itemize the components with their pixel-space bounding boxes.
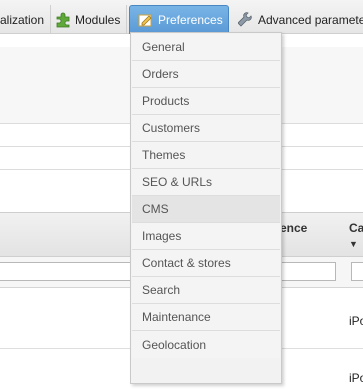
menu-item-images[interactable]: Images <box>132 223 280 250</box>
tab-advanced-parameters[interactable]: Advanced paramete <box>236 5 363 34</box>
menu-item-customers[interactable]: Customers <box>132 115 280 142</box>
column-header-reference[interactable]: ence <box>280 221 307 235</box>
tab-label: Preferences <box>158 13 223 27</box>
menu-item-cms[interactable]: CMS <box>132 196 280 223</box>
tab-modules[interactable]: Modules <box>49 5 128 34</box>
wrench-icon <box>237 11 254 28</box>
tab-label: Advanced paramete <box>258 12 363 27</box>
tab-localization[interactable]: alization <box>0 5 52 34</box>
sort-desc-icon[interactable]: ▼ <box>349 239 358 249</box>
menu-item-general[interactable]: General <box>132 34 280 61</box>
menu-item-products[interactable]: Products <box>132 88 280 115</box>
menu-item-search[interactable]: Search <box>132 277 280 304</box>
preferences-icon <box>138 12 154 28</box>
menu-item-orders[interactable]: Orders <box>132 61 280 88</box>
column-header-category[interactable]: Ca <box>349 221 363 235</box>
menu-item-geolocation[interactable]: Geolocation <box>132 331 280 358</box>
menu-item-seo-urls[interactable]: SEO & URLs <box>132 169 280 196</box>
category-cell: iPo <box>349 314 363 328</box>
puzzle-icon <box>55 12 71 28</box>
tab-preferences[interactable]: Preferences <box>129 5 229 34</box>
category-cell: iPo <box>349 371 363 385</box>
tab-label: alization <box>0 12 45 27</box>
menu-item-contact-stores[interactable]: Contact & stores <box>132 250 280 277</box>
menu-item-maintenance[interactable]: Maintenance <box>132 304 280 331</box>
main-tab-bar: alization Modules Preferences Advanced p… <box>0 0 363 34</box>
tab-label: Modules <box>75 12 121 27</box>
preferences-dropdown-menu: General Orders Products Customers Themes… <box>130 32 282 384</box>
filter-category-input[interactable] <box>351 262 363 281</box>
menu-item-themes[interactable]: Themes <box>132 142 280 169</box>
